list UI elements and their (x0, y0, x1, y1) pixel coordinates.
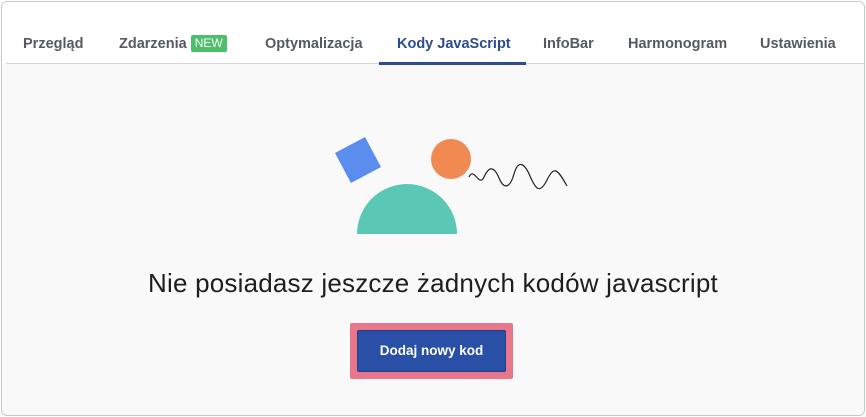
tab-label: Zdarzenia (119, 36, 187, 52)
tab-harmonogram[interactable]: Harmonogram (628, 36, 727, 52)
tab-przeglad[interactable]: Przegląd (23, 36, 83, 52)
tab-label: Harmonogram (628, 36, 728, 52)
tab-kody-javascript[interactable]: Kody JavaScript (397, 36, 511, 52)
tab-label: Kody JavaScript (397, 36, 511, 52)
tab-label: Przegląd (23, 36, 84, 52)
panel: Przegląd Zdarzenia NEW Optymalizacja Kody… (1, 1, 865, 416)
tab-zdarzenia[interactable]: Zdarzenia NEW (119, 35, 227, 52)
square-shape (335, 137, 381, 183)
tab-label: Optymalizacja (265, 36, 363, 52)
tab-optymalizacja[interactable]: Optymalizacja (265, 36, 363, 52)
new-badge: NEW (190, 35, 227, 52)
empty-state-message: Nie posiadasz jeszcze żadnych kodów java… (148, 268, 718, 298)
tab-bar: Przegląd Zdarzenia NEW Optymalizacja Kody… (2, 2, 864, 65)
shapes-illustration (335, 137, 568, 234)
tab-ustawienia[interactable]: Ustawienia (760, 36, 836, 52)
add-new-code-button[interactable]: Dodaj nowy kod (357, 330, 506, 372)
tab-label: Ustawienia (760, 36, 836, 52)
circle-shape (431, 139, 471, 179)
tab-infobar[interactable]: InfoBar (543, 36, 594, 52)
active-tab-indicator (379, 62, 526, 65)
squiggle-line (468, 163, 568, 190)
tab-label: InfoBar (543, 36, 594, 52)
semicircle-shape (357, 184, 457, 234)
